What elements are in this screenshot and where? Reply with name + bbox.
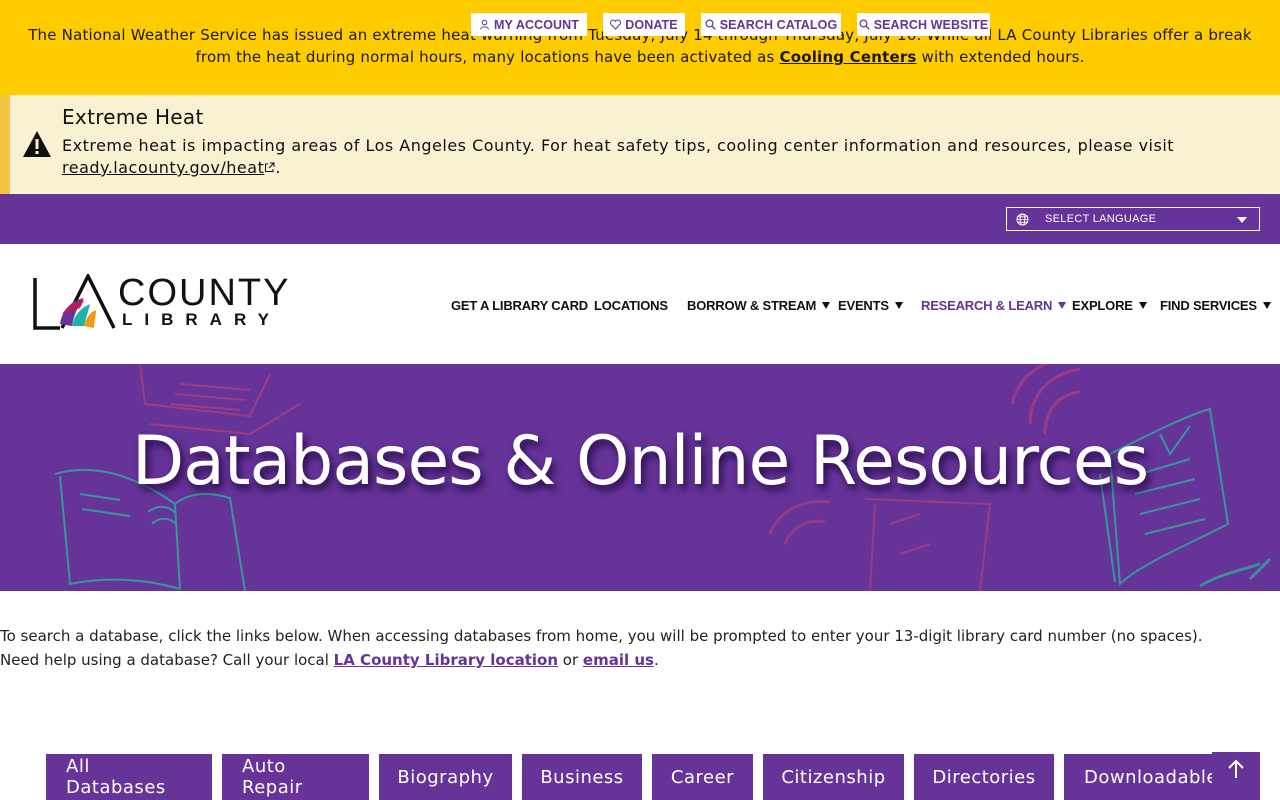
search-website-button[interactable]: SEARCH WEBSITE [857,13,990,36]
category-label: Career [670,766,735,788]
back-to-top-button[interactable] [1212,752,1260,800]
search-catalog-label: SEARCH CATALOG [719,17,838,32]
dropdown-arrow-icon [1262,301,1271,309]
intro-text-part: Need help using a database? Call your lo… [0,651,334,669]
category-label: Citizenship [781,766,886,788]
nav-locations[interactable]: LOCATIONS [594,296,668,314]
chevron-down-icon [1237,217,1247,223]
intro-text: To search a database, click the links be… [0,624,1280,672]
external-link-icon [265,162,275,172]
nav-label: EVENTS [838,297,889,313]
nav-research-learn[interactable]: RESEARCH & LEARN [921,296,1067,314]
logo-county-text: COUNTY [118,272,291,314]
site-header: COUNTY LIBRARY GET A LIBRARY CARD LOCATI… [0,244,1280,364]
category-downloadable[interactable]: Downloadable [1064,754,1234,800]
globe-icon [1016,213,1029,226]
alert-body-text: Extreme heat is impacting areas of Los A… [62,136,1175,155]
category-label: Directories [932,766,1036,788]
category-directories[interactable]: Directories [914,754,1054,800]
nav-label: LOCATIONS [594,297,668,313]
logo-la-mark [33,274,116,330]
nav-label: BORROW & STREAM [687,297,817,313]
category-biography[interactable]: Biography [379,754,512,800]
donate-button[interactable]: DONATE [603,13,685,36]
category-all-databases[interactable]: All Databases [46,754,212,800]
donate-label: DONATE [625,17,678,32]
nav-borrow-stream[interactable]: BORROW & STREAM [687,296,831,314]
cooling-centers-link[interactable]: Cooling Centers [779,48,916,66]
intro-line-2: Need help using a database? Call your lo… [0,648,1280,672]
alert-body: Extreme heat is impacting areas of Los A… [62,135,1262,179]
email-us-link[interactable]: email us [583,651,654,669]
intro-text-part: . [653,651,659,669]
category-label: Auto Repair [242,756,303,798]
nav-label: RESEARCH & LEARN [921,297,1053,313]
heart-icon [610,19,622,30]
warning-icon [23,131,51,157]
category-auto-repair[interactable]: Auto Repair [222,754,369,800]
user-icon [479,19,489,30]
search-catalog-button[interactable]: SEARCH CATALOG [701,13,841,36]
search-icon [859,19,870,30]
my-account-label: MY ACCOUNT [493,17,580,32]
language-select-label: SELECT LANGUAGE [1045,213,1157,225]
category-business[interactable]: Business [522,754,642,800]
hero-banner: Databases & Online Resources [0,364,1280,591]
arrow-up-icon [1228,759,1244,778]
extreme-heat-alert: Extreme Heat Extreme heat is impacting a… [0,95,1280,194]
ready-lacounty-link[interactable]: ready.lacounty.gov/heat [62,158,264,177]
category-citizenship[interactable]: Citizenship [763,754,904,800]
page-title: Databases & Online Resources [131,422,1149,501]
dropdown-arrow-icon [1138,301,1147,309]
heat-warning-text-end: with extended hours. [916,48,1085,66]
category-label: Biography [397,766,494,788]
alert-body-end: . [275,158,281,177]
dropdown-arrow-icon [822,301,831,309]
my-account-button[interactable]: MY ACCOUNT [471,13,587,36]
logo-library-text: LIBRARY [122,310,281,329]
laptop-illustration-2 [864,498,992,591]
nav-find-services[interactable]: FIND SERVICES [1160,296,1271,314]
la-county-library-logo[interactable]: COUNTY LIBRARY [32,272,288,332]
intro-line-1: To search a database, click the links be… [0,627,1203,645]
category-career[interactable]: Career [652,754,753,800]
nav-label: GET A LIBRARY CARD [451,297,588,313]
intro-text-part: or [558,651,583,669]
dropdown-arrow-icon [1058,301,1067,309]
category-label: Downloadable [1084,766,1219,788]
alert-title: Extreme Heat [62,105,204,129]
nav-get-library-card[interactable]: GET A LIBRARY CARD [451,296,588,314]
language-select[interactable]: SELECT LANGUAGE [1006,207,1260,231]
category-label: All Databases [66,756,166,798]
search-website-label: SEARCH WEBSITE [873,17,989,32]
dropdown-arrow-icon [894,301,903,309]
category-label: Business [540,766,624,788]
nav-label: EXPLORE [1072,297,1133,313]
nav-label: FIND SERVICES [1160,297,1257,313]
nav-events[interactable]: EVENTS [838,296,903,314]
nav-explore[interactable]: EXPLORE [1072,296,1147,314]
search-icon [705,19,716,30]
wifi-illustration-2 [768,499,831,545]
library-location-link[interactable]: LA County Library location [334,651,558,669]
